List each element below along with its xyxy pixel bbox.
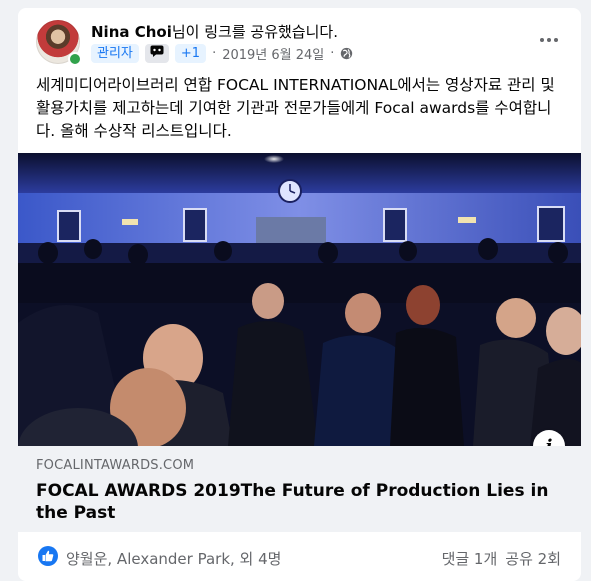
more-icon-dot (547, 38, 551, 42)
engagement-counts: 댓글 1개 공유 2회 (442, 548, 561, 569)
post-text: 세계미디어라이브러리 연합 FOCAL INTERNATIONAL에서는 영상자… (36, 76, 555, 140)
author-line: Nina Choi님이 링크를 공유했습니다. (91, 21, 338, 42)
reactors-text[interactable]: 양월운, Alexander Park, 외 4명 (66, 548, 281, 569)
comments-count[interactable]: 댓글 1개 (442, 550, 498, 568)
event-photo (18, 153, 581, 446)
post-header: Nina Choi님이 링크를 공유했습니다. 관리자 +1 · 2019년 6… (18, 8, 581, 70)
post-card: Nina Choi님이 링크를 공유했습니다. 관리자 +1 · 2019년 6… (18, 8, 581, 581)
shares-count[interactable]: 공유 2회 (505, 550, 561, 568)
more-icon (540, 38, 544, 42)
more-icon-dot (554, 38, 558, 42)
chat-badge-icon (150, 45, 164, 57)
author-name[interactable]: Nina Choi (91, 23, 172, 41)
link-preview[interactable]: FOCALINTAWARDS.COM FOCAL AWARDS 2019The … (18, 446, 581, 532)
link-domain: FOCALINTAWARDS.COM (36, 458, 195, 473)
like-icon[interactable] (38, 546, 58, 566)
link-title[interactable]: FOCAL AWARDS 2019The Future of Productio… (36, 480, 556, 524)
extra-badge[interactable]: +1 (174, 43, 207, 63)
shared-link-image[interactable]: i (18, 153, 581, 446)
share-action-text: 님이 링크를 공유했습니다. (171, 23, 338, 41)
meta-separator: · (212, 45, 217, 61)
post-meta: 관리자 +1 · 2019년 6월 24일 · (91, 43, 353, 63)
post-footer: 양월운, Alexander Park, 외 4명 댓글 1개 공유 2회 (18, 532, 581, 581)
badge-icon[interactable] (144, 43, 169, 63)
thumbs-up-icon (42, 550, 54, 562)
online-status-dot (68, 52, 82, 66)
more-options-button[interactable] (537, 32, 561, 48)
globe-icon[interactable] (340, 47, 353, 60)
post-date[interactable]: 2019년 6월 24일 (222, 44, 324, 63)
role-badge[interactable]: 관리자 (91, 43, 139, 63)
meta-separator-2: · (330, 45, 335, 61)
